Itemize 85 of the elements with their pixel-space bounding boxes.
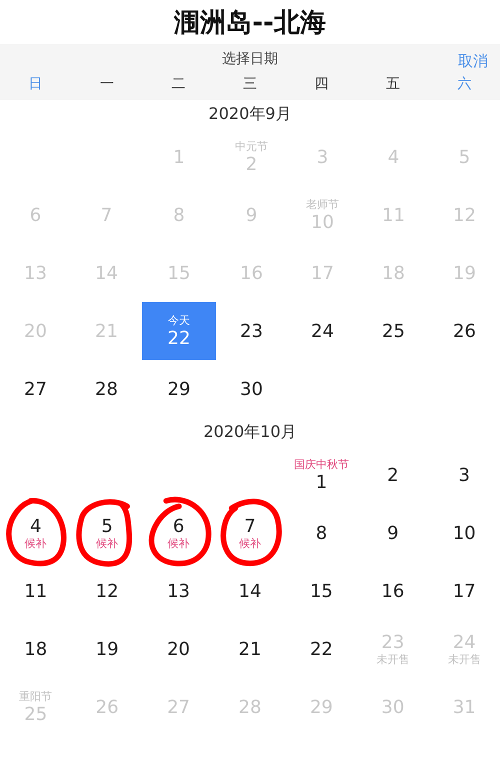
- date[interactable]: 18: [6, 623, 66, 675]
- day-number: 9: [387, 522, 399, 544]
- today-cell[interactable]: 今天 22: [142, 302, 216, 360]
- date-note: 候补: [96, 536, 118, 550]
- cancel-button[interactable]: 取消: [458, 52, 488, 71]
- date[interactable]: 26: [434, 305, 494, 357]
- weekday-label: 五: [386, 75, 400, 93]
- date-note: 未开售: [376, 652, 410, 666]
- weekday-label: 一: [100, 75, 114, 93]
- date-note: 国庆中秋节: [294, 458, 349, 472]
- day-number: 3: [458, 464, 470, 486]
- date[interactable]: 10: [434, 507, 494, 559]
- day-number: 5: [101, 516, 113, 536]
- day-number: 1: [316, 472, 328, 492]
- picker-heading: 选择日期: [222, 50, 278, 68]
- date[interactable]: 4 候补: [6, 507, 66, 559]
- date[interactable]: 3: [434, 449, 494, 501]
- weekday-label: 六: [457, 75, 472, 93]
- date-note: 中元节: [235, 140, 268, 154]
- date[interactable]: 16: [362, 565, 423, 617]
- date-note: 重阳节: [19, 690, 52, 704]
- date[interactable]: 20: [148, 623, 209, 675]
- day-number: 12: [96, 580, 119, 602]
- date-note: 今天: [168, 314, 190, 328]
- date[interactable]: 国庆中秋节 1: [291, 449, 352, 501]
- date[interactable]: 15: [291, 565, 352, 617]
- date[interactable]: 8: [291, 507, 352, 559]
- weekday-label: 三: [242, 75, 257, 93]
- day-number: 15: [310, 580, 333, 602]
- day-number: 4: [30, 516, 42, 536]
- date-note: 候补: [168, 536, 190, 550]
- date[interactable]: 11: [6, 565, 66, 617]
- date[interactable]: 6 候补: [148, 507, 209, 559]
- date[interactable]: 28: [76, 363, 136, 415]
- day-number: 22: [168, 328, 190, 348]
- date[interactable]: 5 候补: [77, 507, 138, 559]
- date[interactable]: 12: [77, 565, 138, 617]
- date[interactable]: 19: [77, 623, 138, 675]
- day-number: 25: [382, 320, 405, 342]
- day-number: 24: [311, 320, 334, 342]
- day-number: 22: [310, 638, 333, 660]
- date-note: 老师节: [306, 198, 339, 212]
- day-number: 16: [381, 580, 404, 602]
- date[interactable]: 21: [220, 623, 280, 675]
- date[interactable]: 22: [291, 623, 352, 675]
- weekday-label: 四: [314, 75, 328, 93]
- day-number: 28: [95, 378, 118, 400]
- day-number: 14: [238, 580, 262, 602]
- day-number: 7: [244, 516, 256, 536]
- day-number: 6: [172, 516, 184, 536]
- month-title: 2020年9月: [208, 104, 292, 124]
- day-number: 29: [168, 378, 190, 400]
- date[interactable]: 29: [149, 363, 209, 415]
- day-number: 26: [453, 320, 476, 342]
- day-number: 27: [24, 378, 47, 400]
- date[interactable]: 13: [148, 565, 209, 617]
- month-title: 2020年10月: [203, 422, 297, 442]
- date[interactable]: 25: [364, 305, 424, 357]
- date[interactable]: 27: [6, 363, 66, 415]
- day-number: 20: [167, 638, 190, 660]
- date[interactable]: 2: [362, 449, 423, 501]
- day-number: 17: [452, 580, 476, 602]
- date[interactable]: 9: [362, 507, 423, 559]
- day-number: 19: [96, 638, 119, 660]
- day-number: 2: [387, 464, 399, 486]
- day-number: 23: [240, 320, 263, 342]
- date[interactable]: 30: [222, 363, 282, 415]
- date[interactable]: 23: [222, 305, 282, 357]
- date-note: 候补: [24, 536, 47, 550]
- day-number: 13: [167, 580, 190, 602]
- day-number: 11: [24, 580, 48, 602]
- date[interactable]: 24: [292, 305, 352, 357]
- weekday-label: 日: [28, 75, 43, 93]
- page-title: 涠洲岛--北海: [174, 6, 326, 40]
- day-number: 30: [240, 378, 263, 400]
- date[interactable]: 17: [434, 565, 494, 617]
- day-number: 18: [24, 638, 48, 660]
- weekday-label: 二: [172, 75, 186, 93]
- date[interactable]: 7 候补: [220, 507, 280, 559]
- date[interactable]: 14: [220, 565, 280, 617]
- day-number: 21: [238, 638, 262, 660]
- date-note: 候补: [238, 536, 261, 550]
- day-number: 8: [316, 522, 328, 544]
- day-number: 10: [452, 522, 476, 544]
- date-note: 未开售: [448, 652, 481, 666]
